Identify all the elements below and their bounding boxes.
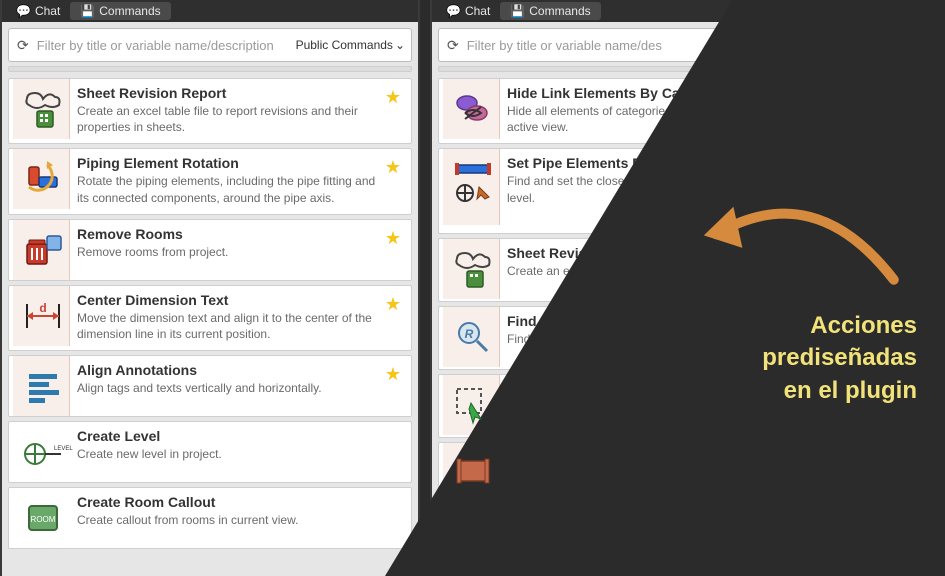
- filter-row: ⟳ Public Commands⌄: [8, 28, 412, 62]
- search-rename-icon: R: [451, 315, 495, 359]
- left-panel: 💬 Chat 💾 Commands ⟳ Public Commands⌄ Sheet…: [0, 0, 420, 576]
- star-icon[interactable]: ★: [381, 362, 405, 387]
- item-desc: Create callout from rooms in current vie…: [77, 512, 401, 528]
- item-desc: Remove rooms from project.: [77, 244, 377, 260]
- duct-icon: [451, 451, 495, 495]
- tab-commands[interactable]: 💾 Commands: [70, 2, 170, 20]
- svg-text:LEVEL: LEVEL: [54, 446, 73, 452]
- tab-commands-label: Commands: [529, 4, 590, 18]
- save-icon: 💾: [510, 5, 525, 17]
- sheet-revision-icon: [451, 247, 495, 291]
- item-title: Create Level: [77, 428, 401, 444]
- item-desc: Move the dimension text and align it to …: [77, 310, 377, 342]
- tab-commands-label: Commands: [99, 4, 160, 18]
- list-item[interactable]: Remove Rooms Remove rooms from project. …: [8, 219, 412, 281]
- item-desc: Create an excel table file to report rev…: [77, 103, 377, 135]
- pipe-reference-icon: [451, 157, 495, 217]
- item-title: Sheet Revision Report: [77, 85, 377, 101]
- refresh-icon[interactable]: ⟳: [445, 35, 461, 56]
- tabs-bar: 💬 Chat 💾 Commands: [2, 0, 418, 22]
- tab-chat-label: Chat: [35, 4, 60, 18]
- list-item[interactable]: Sheet Revision Report Create an excel ta…: [8, 78, 412, 144]
- sheet-revision-icon: [21, 87, 65, 131]
- svg-text:d: d: [39, 301, 46, 315]
- list-item[interactable]: Align Annotations Align tags and texts v…: [8, 355, 412, 417]
- cursor-select-icon: [451, 383, 495, 427]
- scope-label: Public Commands: [296, 38, 393, 52]
- center-dimension-icon: d: [21, 294, 65, 338]
- caption-line: en el plugin: [762, 375, 917, 407]
- chevron-down-icon: ⌄: [395, 38, 405, 52]
- refresh-icon[interactable]: ⟳: [15, 35, 31, 56]
- caption-line: prediseñadas: [762, 342, 917, 374]
- level-icon: LEVEL: [21, 430, 65, 474]
- item-title: Center Dimension Text: [77, 292, 377, 308]
- tab-chat-label: Chat: [465, 4, 490, 18]
- item-title: Align Annotations: [77, 362, 377, 378]
- list-item[interactable]: d Center Dimension Text Move the dimensi…: [8, 285, 412, 351]
- item-title: Piping Element Rotation: [77, 155, 377, 171]
- list-top-spacer: [8, 66, 412, 72]
- tab-chat[interactable]: 💬 Chat: [436, 2, 500, 20]
- star-icon[interactable]: ★: [381, 226, 405, 251]
- svg-text:R: R: [465, 327, 474, 341]
- scope-dropdown[interactable]: Public Commands⌄: [296, 38, 405, 52]
- save-icon: 💾: [80, 5, 95, 17]
- item-desc: Align tags and texts vertically and hori…: [77, 380, 377, 396]
- caption-line: Acciones: [762, 310, 917, 342]
- item-title: Remove Rooms: [77, 226, 377, 242]
- commands-list-left: Sheet Revision Report Create an excel ta…: [2, 66, 418, 576]
- tab-chat[interactable]: 💬 Chat: [6, 2, 70, 20]
- align-lines-icon: [21, 364, 65, 408]
- delete-room-icon: [21, 228, 65, 272]
- tab-commands[interactable]: 💾 Commands: [500, 2, 600, 20]
- chat-icon: 💬: [446, 5, 461, 17]
- room-callout-icon: ROOM: [21, 496, 65, 540]
- star-icon[interactable]: ★: [381, 292, 405, 317]
- piping-rotation-icon: [21, 157, 65, 201]
- item-desc: Create new level in project.: [77, 446, 401, 462]
- item-desc: Rotate the piping elements, including th…: [77, 173, 377, 205]
- svg-text:ROOM: ROOM: [31, 515, 56, 524]
- chat-icon: 💬: [16, 5, 31, 17]
- star-icon[interactable]: ★: [381, 85, 405, 110]
- filter-input[interactable]: [37, 38, 290, 53]
- caption-text: Acciones prediseñadas en el plugin: [762, 310, 917, 407]
- list-item[interactable]: Piping Element Rotation Rotate the pipin…: [8, 148, 412, 214]
- hide-category-icon: [451, 87, 495, 131]
- star-icon[interactable]: ★: [381, 155, 405, 180]
- list-item[interactable]: ROOM Create Room Callout Create callout …: [8, 487, 412, 549]
- list-item[interactable]: LEVEL Create Level Create new level in p…: [8, 421, 412, 483]
- item-title: Create Room Callout: [77, 494, 401, 510]
